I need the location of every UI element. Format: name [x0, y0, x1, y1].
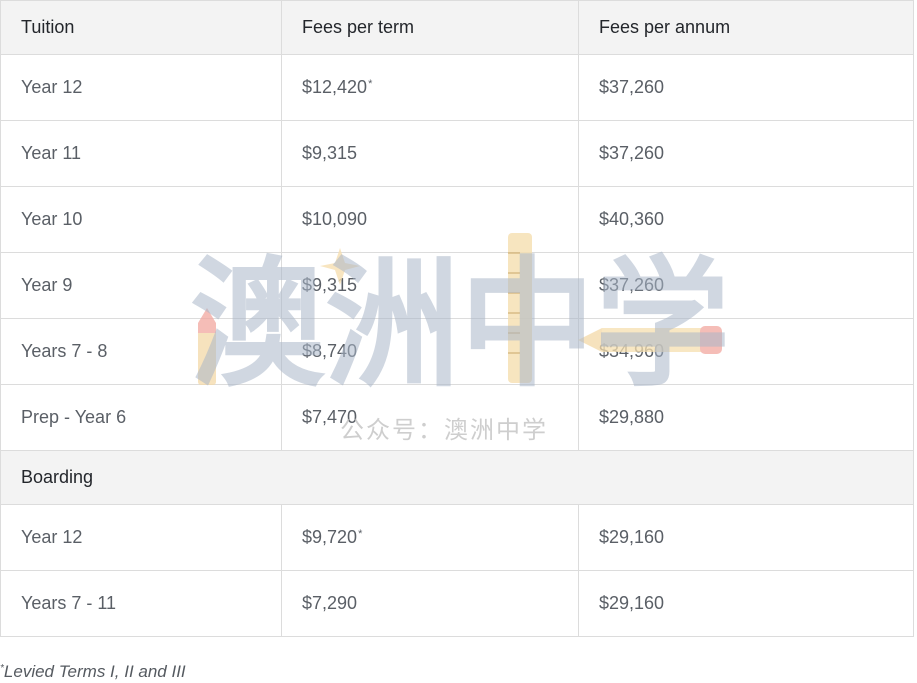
annual-fee-cell: $34,960	[578, 318, 914, 385]
level-cell: Year 12	[0, 54, 282, 121]
table-row: Year 12 $9,720* $29,160	[0, 504, 914, 571]
term-fee-cell: $8,740	[281, 318, 579, 385]
term-fee-cell: $12,420*	[281, 54, 579, 121]
term-fee-cell: $7,290	[281, 570, 579, 637]
annual-fee-cell: $40,360	[578, 186, 914, 253]
table-row: Year 11 $9,315 $37,260	[0, 120, 914, 187]
level-cell: Year 11	[0, 120, 282, 187]
level-cell: Year 9	[0, 252, 282, 319]
term-fee-value: $12,420	[302, 77, 368, 97]
level-cell: Years 7 - 11	[0, 570, 282, 637]
table-header-row: Tuition Fees per term Fees per annum	[0, 0, 914, 55]
footnote-text: Levied Terms I, II and III	[3, 662, 186, 681]
table-row: Year 12 $12,420* $37,260	[0, 54, 914, 121]
level-cell: Years 7 - 8	[0, 318, 282, 385]
level-cell: Prep - Year 6	[0, 384, 282, 451]
table-row: Year 10 $10,090 $40,360	[0, 186, 914, 253]
level-cell: Year 12	[0, 504, 282, 571]
header-fees-per-annum: Fees per annum	[578, 0, 914, 55]
annual-fee-cell: $37,260	[578, 252, 914, 319]
footnote: *Levied Terms I, II and III	[0, 662, 186, 682]
asterisk-mark: *	[368, 78, 373, 90]
boarding-heading: Boarding	[0, 450, 914, 505]
annual-fee-cell: $37,260	[578, 54, 914, 121]
term-fee-cell: $10,090	[281, 186, 579, 253]
term-fee-cell: $7,470	[281, 384, 579, 451]
asterisk-mark: *	[358, 528, 363, 540]
header-tuition: Tuition	[0, 0, 282, 55]
fees-table: Tuition Fees per term Fees per annum Yea…	[0, 0, 914, 637]
table-row: Years 7 - 8 $8,740 $34,960	[0, 318, 914, 385]
annual-fee-cell: $29,160	[578, 504, 914, 571]
term-fee-cell: $9,315	[281, 120, 579, 187]
table-row: Years 7 - 11 $7,290 $29,160	[0, 570, 914, 637]
term-fee-cell: $9,315	[281, 252, 579, 319]
header-fees-per-term: Fees per term	[281, 0, 579, 55]
annual-fee-cell: $29,160	[578, 570, 914, 637]
annual-fee-cell: $37,260	[578, 120, 914, 187]
annual-fee-cell: $29,880	[578, 384, 914, 451]
boarding-section-row: Boarding	[0, 450, 914, 505]
term-fee-value: $9,720	[302, 527, 358, 547]
table-row: Year 9 $9,315 $37,260	[0, 252, 914, 319]
table-row: Prep - Year 6 $7,470 $29,880	[0, 384, 914, 451]
level-cell: Year 10	[0, 186, 282, 253]
term-fee-cell: $9,720*	[281, 504, 579, 571]
